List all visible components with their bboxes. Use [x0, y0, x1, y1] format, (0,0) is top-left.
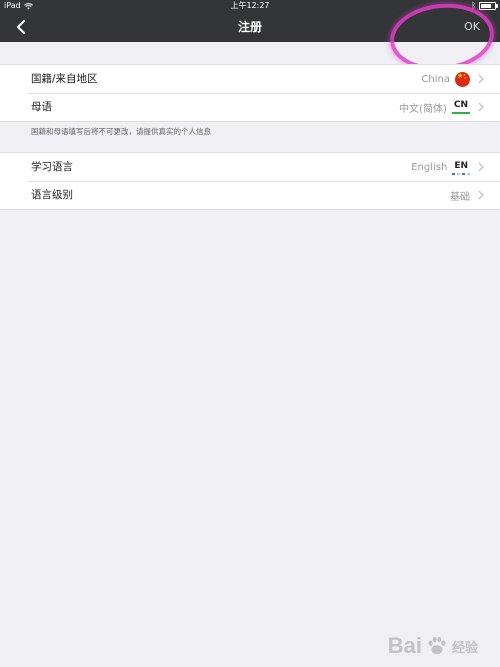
battery-icon — [479, 2, 498, 10]
language-level-value: 基础 — [450, 191, 470, 203]
native-language-value-wrap: 中文(简体) CN — [399, 93, 470, 121]
watermark-text-right: 经验 — [451, 640, 478, 656]
native-language-value: 中文(简体) — [399, 103, 447, 115]
language-level-label: 语言级别 — [31, 189, 73, 201]
learning-language-value-wrap: English EN — [411, 153, 470, 181]
language-code-badge: CN — [451, 100, 470, 114]
paw-logo-icon — [428, 636, 446, 655]
navigation-bar: 注册 OK — [0, 12, 500, 42]
chevron-right-icon — [478, 74, 484, 84]
bluetooth-icon: ᛒ — [471, 1, 476, 10]
learning-group: 学习语言 English EN 语言级别 基础 — [0, 152, 500, 210]
learning-language-label: 学习语言 — [31, 161, 73, 173]
china-flag-icon: ★ ★ ★ — [455, 71, 470, 87]
chevron-right-icon — [478, 102, 484, 112]
nationality-value: China — [421, 73, 450, 85]
nationality-label: 国籍/来自地区 — [31, 73, 98, 85]
page-title: 注册 — [237, 20, 262, 34]
status-time: 上午12:27 — [230, 1, 270, 10]
learning-language-value: English — [411, 161, 448, 173]
chevron-right-icon — [478, 190, 484, 200]
status-right: ᛒ — [471, 0, 498, 12]
watermark-text-left: Bai — [387, 633, 422, 658]
native-language-row[interactable]: 母语 中文(简体) CN — [0, 93, 500, 121]
info-note: 国籍和母语填写后将不可更改，请提供真实的个人信息 — [31, 127, 211, 136]
language-level-value-wrap: 基础 — [450, 181, 470, 209]
profile-group: 国籍/来自地区 China ★ ★ ★ 母语 中文(简体) CN — [0, 64, 500, 122]
chevron-right-icon — [478, 162, 484, 172]
baidu-watermark: Bai 经验 — [388, 633, 478, 659]
native-language-label: 母语 — [31, 101, 52, 113]
status-bar: iPad 上午12:27 ᛒ — [0, 0, 500, 12]
nationality-value-wrap: China ★ ★ ★ — [421, 65, 470, 93]
language-code-badge: EN — [452, 161, 470, 175]
learning-language-row[interactable]: 学习语言 English EN — [0, 153, 500, 181]
language-level-row[interactable]: 语言级别 基础 — [0, 181, 500, 209]
nationality-row[interactable]: 国籍/来自地区 China ★ ★ ★ — [0, 65, 500, 93]
ok-button[interactable]: OK — [464, 12, 480, 42]
